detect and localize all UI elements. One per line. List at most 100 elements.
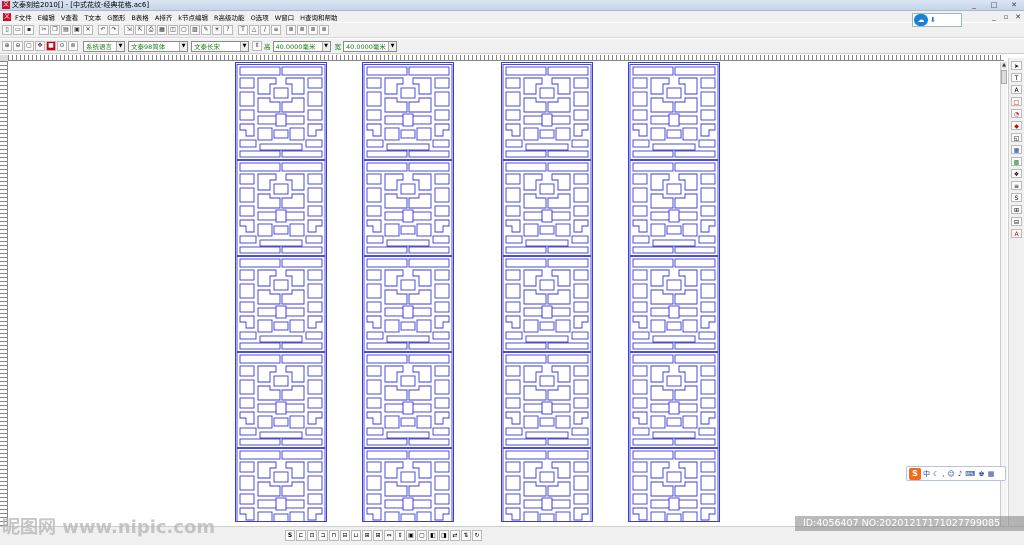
lattice-panel-2[interactable] bbox=[362, 62, 454, 522]
ellipse-tool-icon[interactable]: ◔ bbox=[1011, 109, 1022, 118]
rotate-icon[interactable]: ↻ bbox=[472, 530, 482, 541]
frame-icon[interactable]: ▢ bbox=[179, 25, 189, 35]
menu-file[interactable]: F文件 bbox=[15, 12, 32, 22]
lattice-panel-3[interactable] bbox=[501, 62, 593, 522]
menu-options[interactable]: O选项 bbox=[251, 12, 269, 22]
line-icon[interactable]: / bbox=[260, 25, 270, 35]
ime-mode[interactable]: 中 bbox=[923, 469, 930, 479]
same-width-icon[interactable]: ⇔ bbox=[384, 530, 394, 541]
align-top-icon[interactable]: ⊓ bbox=[329, 530, 339, 541]
distribute-h-icon[interactable]: ⊞ bbox=[362, 530, 372, 541]
text-icon[interactable]: T bbox=[238, 25, 248, 35]
height-field[interactable]: 40.0000毫米 ▼ bbox=[272, 40, 331, 52]
align-justify-icon[interactable]: ≣ bbox=[319, 25, 329, 35]
width-field[interactable]: 40.0000毫米 ▼ bbox=[343, 40, 397, 52]
clone-icon[interactable]: ▣ bbox=[72, 25, 82, 35]
paste-icon[interactable]: ▤ bbox=[61, 25, 71, 35]
open-folder-icon[interactable]: ▭ bbox=[13, 25, 23, 35]
zoom-out-icon[interactable]: ⊖ bbox=[13, 41, 23, 51]
delete-icon[interactable]: ✕ bbox=[83, 25, 93, 35]
close-button[interactable]: ✕ bbox=[1008, 1, 1020, 9]
layer-tool-icon[interactable]: ≡ bbox=[1011, 181, 1022, 190]
color-tool-icon[interactable]: ▩ bbox=[1011, 157, 1022, 166]
toolbox-icon[interactable]: ▦ bbox=[988, 470, 995, 478]
distribute-v-icon[interactable]: ⊞ bbox=[373, 530, 383, 541]
flip-h-icon[interactable]: ⇄ bbox=[450, 530, 460, 541]
align-bottom-icon[interactable]: ⊔ bbox=[351, 530, 361, 541]
align-center-icon[interactable]: ⊡ bbox=[307, 530, 317, 541]
menu-graphics[interactable]: G图形 bbox=[107, 12, 125, 22]
sogou-logo-icon[interactable]: S bbox=[909, 467, 921, 480]
redo-icon[interactable]: ↷ bbox=[109, 25, 119, 35]
text-effect-icon[interactable]: A bbox=[1011, 229, 1022, 238]
emoji-icon[interactable]: ☺ bbox=[948, 470, 955, 478]
ime-toolbar[interactable]: S 中 ☾ , ☺ ♪ ⌨ ♚ ▦ bbox=[906, 466, 1006, 481]
same-height-icon[interactable]: ⇕ bbox=[395, 530, 405, 541]
lattice-panel-1[interactable] bbox=[235, 62, 327, 522]
chevron-down-icon[interactable]: ▼ bbox=[388, 41, 396, 51]
zoom-fit-icon[interactable]: ⊚ bbox=[68, 41, 78, 51]
menu-align[interactable]: A排齐 bbox=[155, 12, 172, 22]
moon-icon[interactable]: ☾ bbox=[933, 470, 939, 478]
doc-restore-button[interactable]: ▫ bbox=[1000, 13, 1012, 21]
align-left-icon[interactable]: ⊏ bbox=[296, 530, 306, 541]
bring-front-icon[interactable]: ◧ bbox=[428, 530, 438, 541]
document-icon[interactable]: 文 bbox=[3, 12, 11, 21]
chevron-down-icon[interactable]: ▼ bbox=[240, 41, 248, 51]
ungroup-icon[interactable]: ▢ bbox=[417, 530, 427, 541]
menu-edit[interactable]: E编辑 bbox=[38, 12, 55, 22]
align-right-icon[interactable]: ⊐ bbox=[318, 530, 328, 541]
polygon-tool-icon[interactable]: ◆ bbox=[1011, 121, 1022, 130]
menu-text[interactable]: T文本 bbox=[84, 12, 101, 22]
cloud-icon[interactable]: ☁ bbox=[914, 14, 928, 26]
node-tool-icon[interactable]: ◱ bbox=[1011, 133, 1022, 142]
maximize-button[interactable]: □ bbox=[988, 1, 1000, 9]
menu-node-edit[interactable]: k节点编辑 bbox=[178, 12, 208, 22]
scroll-up-icon[interactable]: ▲ bbox=[1001, 62, 1007, 69]
menu-advanced[interactable]: R高级功能 bbox=[214, 12, 245, 22]
move-icon[interactable]: ✥ bbox=[35, 41, 45, 51]
menu-table[interactable]: B表格 bbox=[131, 12, 148, 22]
lattice-panel-4[interactable] bbox=[628, 62, 720, 522]
chevron-down-icon[interactable]: ▼ bbox=[179, 41, 187, 51]
language-select[interactable]: 系统语言 ▼ bbox=[83, 40, 125, 52]
cut-icon[interactable]: ✂ bbox=[39, 25, 49, 35]
rectangle-tool-icon[interactable]: □ bbox=[1011, 97, 1022, 106]
vertical-scrollbar[interactable]: ▲ bbox=[1000, 62, 1007, 526]
minimize-button[interactable]: _ bbox=[968, 1, 980, 9]
image-icon[interactable]: ▨ bbox=[190, 25, 200, 35]
zoom-icon[interactable]: ⊙ bbox=[57, 41, 67, 51]
zoom-page-icon[interactable]: ▢ bbox=[24, 41, 34, 51]
triangle-icon[interactable]: △ bbox=[249, 25, 259, 35]
font-style-select[interactable]: 文泰长宋 ▼ bbox=[191, 40, 249, 52]
chevron-down-icon[interactable]: ▼ bbox=[116, 41, 124, 51]
export-icon[interactable]: ⇱ bbox=[135, 25, 145, 35]
align-center-icon[interactable]: ≣ bbox=[297, 25, 307, 35]
bulb-icon[interactable]: ☀ bbox=[212, 25, 222, 35]
text-tool-icon[interactable]: T bbox=[1011, 73, 1022, 82]
list-icon[interactable]: ≡ bbox=[271, 25, 281, 35]
cloud-widget[interactable]: ☁ ⬇ bbox=[912, 13, 962, 27]
scan-icon[interactable]: ▦ bbox=[157, 25, 167, 35]
send-back-icon[interactable]: ◨ bbox=[439, 530, 449, 541]
select-arrow-icon[interactable]: ➤ bbox=[1011, 61, 1022, 70]
arrow-down-icon[interactable]: ⬇ bbox=[930, 16, 936, 24]
import-icon[interactable]: ⇲ bbox=[124, 25, 134, 35]
effect-tool-icon[interactable]: ⊞ bbox=[1011, 205, 1022, 214]
microphone-icon[interactable]: ♪ bbox=[958, 470, 962, 478]
menu-window[interactable]: W窗口 bbox=[275, 12, 294, 22]
menu-view[interactable]: V查看 bbox=[61, 12, 78, 22]
undo-icon[interactable]: ↶ bbox=[98, 25, 108, 35]
fill-red-icon[interactable]: ■ bbox=[46, 41, 56, 51]
skin-icon[interactable]: ♚ bbox=[978, 470, 984, 478]
help-icon[interactable]: ? bbox=[223, 25, 233, 35]
font-family-select[interactable]: 文泰98简体 ▼ bbox=[128, 40, 188, 52]
flip-v-icon[interactable]: ⇅ bbox=[461, 530, 471, 541]
doc-minimize-button[interactable]: _ bbox=[988, 13, 1000, 21]
preview-icon[interactable]: ◫ bbox=[168, 25, 178, 35]
new-file-icon[interactable]: ▯ bbox=[2, 25, 12, 35]
table-tool-icon[interactable]: ▦ bbox=[1011, 145, 1022, 154]
s-tool-icon[interactable]: S bbox=[1011, 193, 1022, 202]
keyboard-icon[interactable]: ⌨ bbox=[965, 470, 975, 478]
menu-help[interactable]: H查询和帮助 bbox=[300, 12, 337, 22]
